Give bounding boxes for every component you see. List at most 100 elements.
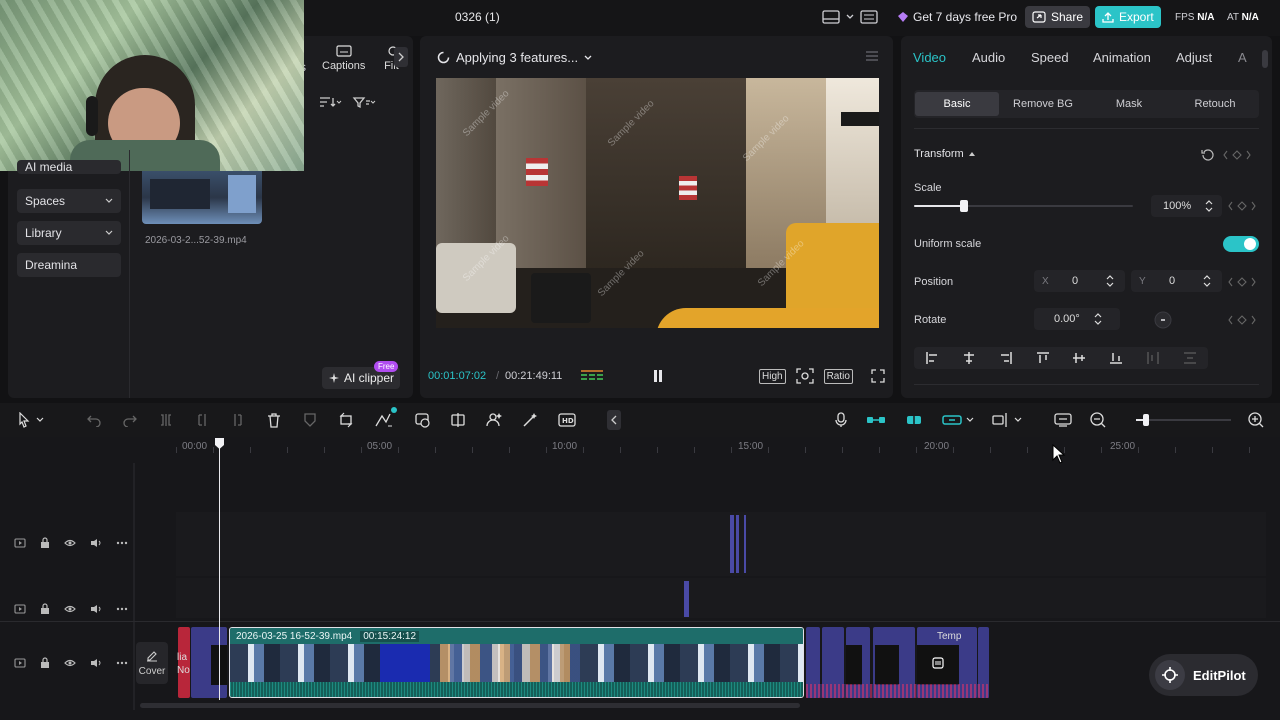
scale-slider-thumb[interactable] (960, 200, 969, 212)
shield-icon[interactable] (302, 412, 318, 428)
align-bottom-icon[interactable] (1109, 351, 1123, 365)
tabs-scroll-right-button[interactable] (394, 47, 408, 67)
lock-icon[interactable] (40, 537, 50, 549)
align-center-vertical-icon[interactable] (1072, 351, 1086, 365)
sort-icon[interactable] (318, 95, 342, 109)
preview-axis-toggle[interactable] (992, 412, 1022, 428)
overlay-clip[interactable] (684, 581, 689, 617)
hd-icon[interactable]: HD (558, 413, 576, 427)
keyboard-icon[interactable] (860, 10, 878, 24)
redo-icon[interactable] (122, 413, 138, 427)
ratio-button[interactable]: Ratio (823, 368, 853, 384)
quality-button[interactable]: High (759, 368, 786, 384)
stepper-icon[interactable] (1205, 199, 1213, 213)
zoom-slider-track[interactable] (1136, 419, 1231, 421)
more-icon[interactable] (116, 541, 128, 545)
filter-icon[interactable] (352, 95, 376, 109)
sidebar-item-spaces[interactable]: Spaces (17, 189, 121, 213)
lock-icon[interactable] (40, 657, 50, 669)
stepper-icon[interactable] (1094, 312, 1102, 326)
subtab-mask[interactable]: Mask (1087, 92, 1171, 116)
speaker-icon[interactable] (90, 658, 102, 668)
project-title[interactable]: 0326 (1) (455, 10, 500, 24)
applying-status[interactable]: Applying 3 features... (437, 50, 592, 65)
export-button[interactable]: Export (1095, 6, 1161, 28)
microphone-icon[interactable] (834, 412, 848, 428)
freeze-frame-icon[interactable] (414, 412, 430, 428)
stepper-icon[interactable] (1203, 274, 1211, 288)
stepper-icon[interactable] (1106, 274, 1114, 288)
media-thumbnail[interactable] (142, 171, 262, 224)
speaker-icon[interactable] (90, 604, 102, 614)
preview-menu-icon[interactable] (865, 50, 879, 62)
video-preview[interactable]: Sample video Sample video Sample video S… (436, 78, 879, 328)
tab-animation[interactable]: Animation (1093, 50, 1151, 65)
more-icon[interactable] (116, 607, 128, 611)
align-center-horizontal-icon[interactable] (962, 351, 976, 365)
zoom-in-icon[interactable] (1248, 412, 1264, 428)
keyframe-icon[interactable] (1222, 149, 1252, 161)
pro-trial-link[interactable]: Get 7 days free Pro (897, 10, 1017, 24)
rotate-input[interactable]: 0.00° (1034, 308, 1120, 330)
undo-icon[interactable] (86, 413, 102, 427)
split-icon[interactable] (158, 413, 174, 427)
transform-section-header[interactable]: Transform (914, 148, 976, 160)
tab-adjust[interactable]: Adjust (1176, 50, 1212, 65)
speaker-icon[interactable] (90, 538, 102, 548)
zoom-slider-thumb[interactable] (1142, 414, 1149, 426)
layout-icon[interactable] (822, 10, 840, 24)
cover-button[interactable]: Cover (136, 642, 168, 684)
align-top-icon[interactable] (1036, 351, 1050, 365)
magic-wand-icon[interactable] (522, 412, 538, 428)
timeline-horizontal-scrollbar[interactable] (140, 703, 800, 708)
sidebar-item-dreamina[interactable]: Dreamina (17, 253, 121, 277)
overlay-clip[interactable] (736, 515, 739, 573)
scale-input[interactable]: 100% (1151, 195, 1222, 217)
keyframe-icon[interactable] (1227, 314, 1257, 326)
tab-captions[interactable]: Captions (322, 44, 365, 72)
magnet-icon[interactable] (904, 412, 924, 428)
position-y-input[interactable]: Y 0 (1131, 270, 1222, 292)
split-left-icon[interactable] (194, 413, 210, 427)
lock-icon[interactable] (40, 603, 50, 615)
zoom-out-icon[interactable] (1090, 412, 1106, 428)
toolbar-collapse-button[interactable] (607, 410, 621, 430)
main-video-clip[interactable]: 2026-03-25 16-52-39.mp4 00:15:24:12 (229, 627, 804, 698)
editpilot-button[interactable]: EditPilot (1149, 654, 1258, 696)
chevron-down-icon[interactable] (846, 10, 854, 24)
tab-video[interactable]: Video (913, 50, 946, 65)
fit-timeline-icon[interactable] (1054, 413, 1072, 427)
eye-icon[interactable] (64, 604, 76, 614)
overlay-clip[interactable] (730, 515, 734, 573)
subtab-basic[interactable]: Basic (915, 92, 999, 116)
uniform-scale-toggle[interactable] (1223, 236, 1259, 252)
pause-button[interactable] (652, 369, 664, 383)
more-icon[interactable] (116, 661, 128, 665)
fullscreen-icon[interactable] (871, 369, 885, 383)
eye-icon[interactable] (64, 658, 76, 668)
subtab-retouch[interactable]: Retouch (1173, 92, 1257, 116)
align-right-icon[interactable] (999, 351, 1013, 365)
share-button[interactable]: Share (1025, 6, 1091, 28)
playhead-handle[interactable] (214, 437, 225, 450)
ai-person-icon[interactable] (486, 412, 502, 428)
sidebar-item-ai-media[interactable]: AI media (17, 160, 121, 174)
link-clips-icon[interactable] (866, 413, 886, 427)
align-left-icon[interactable] (925, 351, 939, 365)
split-right-icon[interactable] (230, 413, 246, 427)
tabs-scrollbar[interactable] (1262, 50, 1268, 68)
replace-icon[interactable] (932, 657, 944, 669)
snap-toggle[interactable] (942, 413, 974, 427)
tab-overflow[interactable]: A (1238, 50, 1248, 65)
subtab-remove-bg[interactable]: Remove BG (1001, 92, 1085, 116)
reset-icon[interactable] (1201, 148, 1214, 161)
tab-audio[interactable]: Audio (972, 50, 1005, 65)
mirror-icon[interactable] (450, 412, 466, 428)
select-tool[interactable] (18, 412, 44, 428)
sidebar-item-library[interactable]: Library (17, 221, 121, 245)
overlay-clip[interactable] (744, 515, 746, 573)
keyframe-icon[interactable] (1227, 276, 1257, 288)
crop-icon[interactable] (338, 412, 354, 428)
screenshot-icon[interactable] (795, 368, 814, 384)
position-x-input[interactable]: X 0 (1034, 270, 1125, 292)
